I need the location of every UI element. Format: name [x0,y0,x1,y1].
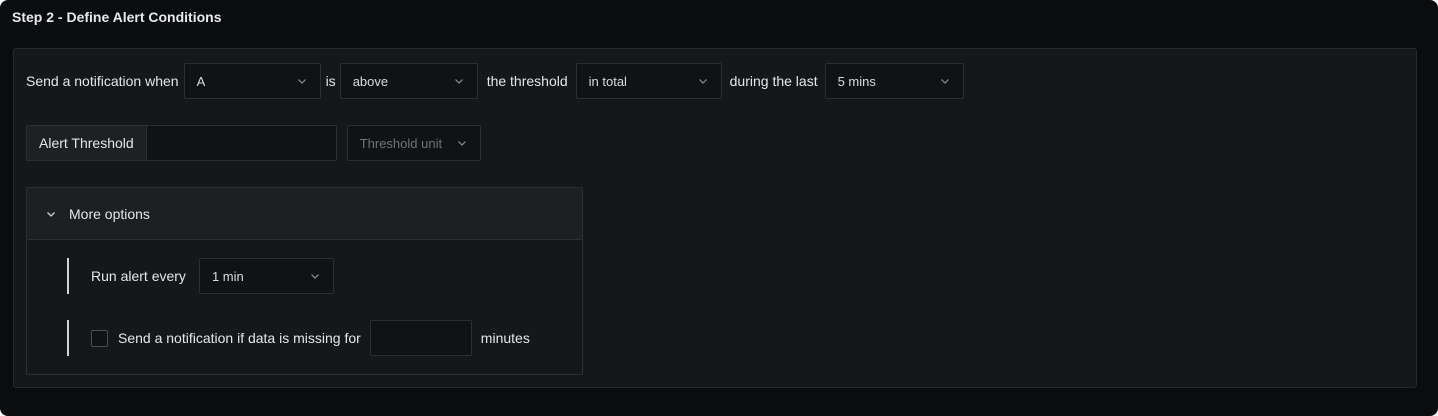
run-every-label: Run alert every [91,268,186,284]
chevron-down-icon [45,208,57,220]
condition-row: Send a notification when A is above the … [26,63,964,99]
run-every-row: Run alert every 1 min [67,258,334,294]
step-title: Step 2 - Define Alert Conditions [12,9,222,25]
alert-threshold-input[interactable] [146,125,337,161]
alert-threshold-label: Alert Threshold [26,125,147,161]
more-options-toggle[interactable]: More options [27,188,582,240]
conditions-panel: Send a notification when A is above the … [13,48,1417,388]
more-options-section: More options Run alert every 1 min Send … [26,187,583,375]
operator-select-value: above [352,73,389,89]
condition-prefix-label: Send a notification when [26,73,179,89]
missing-data-row: Send a notification if data is missing f… [67,320,530,356]
threshold-row: Alert Threshold Threshold unit [26,125,481,161]
match-type-select[interactable]: in total [575,63,722,99]
chevron-down-icon [453,75,465,87]
chevron-down-icon [456,137,468,149]
time-window-select[interactable]: 5 mins [824,63,964,99]
missing-minutes-input[interactable] [369,320,472,356]
query-select-value: A [196,73,206,89]
run-every-select[interactable]: 1 min [198,258,334,294]
threshold-unit-placeholder: Threshold unit [359,135,443,151]
threshold-label: the threshold [486,73,568,89]
run-every-select-value: 1 min [211,268,244,284]
operator-select[interactable]: above [339,63,478,99]
during-label: during the last [729,73,818,89]
option-indicator-bar [67,320,69,356]
is-label: is [325,73,336,89]
chevron-down-icon [309,270,321,282]
threshold-unit-select[interactable]: Threshold unit [346,125,481,161]
more-options-label: More options [69,205,150,222]
option-indicator-bar [67,258,69,294]
query-select[interactable]: A [183,63,321,99]
missing-data-checkbox[interactable] [91,329,108,347]
missing-data-label: Send a notification if data is missing f… [118,330,361,346]
chevron-down-icon [697,75,709,87]
chevron-down-icon [296,75,308,87]
alert-conditions-frame: Step 2 - Define Alert Conditions Send a … [0,0,1438,416]
match-type-select-value: in total [588,73,627,89]
time-window-select-value: 5 mins [837,73,876,89]
chevron-down-icon [939,75,951,87]
missing-unit-label: minutes [480,330,530,346]
